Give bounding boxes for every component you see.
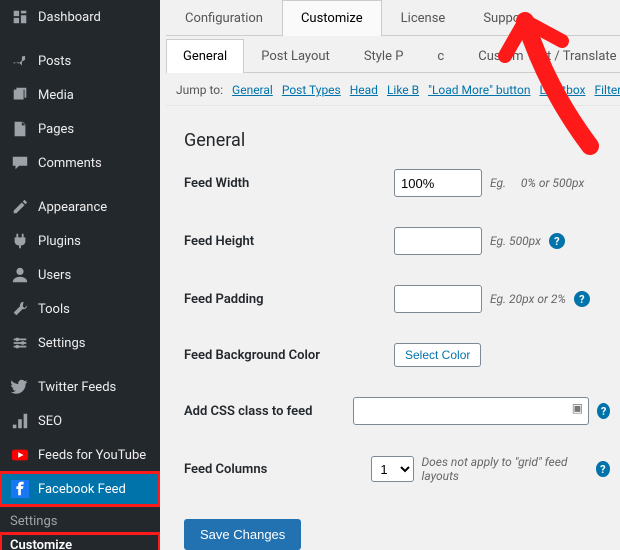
sidebar-item-users[interactable]: Users xyxy=(0,258,160,292)
help-icon[interactable]: ? xyxy=(596,461,610,477)
sidebar-submenu-customize[interactable]: Customize xyxy=(0,533,160,550)
subtab-style[interactable]: Style P xyxy=(347,39,421,73)
sidebar-item-comments[interactable]: Comments xyxy=(0,146,160,180)
sidebar-item-tools[interactable]: Tools xyxy=(0,292,160,326)
sidebar-item-facebook-feed[interactable]: Facebook Feed xyxy=(0,472,160,506)
label-feed-height: Feed Height xyxy=(184,234,394,249)
input-feed-padding[interactable] xyxy=(394,285,482,313)
sidebar-label: Pages xyxy=(38,122,74,137)
sidebar-label: Settings xyxy=(38,336,85,351)
sidebar-item-pages[interactable]: Pages xyxy=(0,112,160,146)
jump-link-general[interactable]: General xyxy=(232,83,273,97)
sidebar-label: Users xyxy=(38,268,71,283)
sidebar-label: SEO xyxy=(38,414,62,429)
subtab-post-layout[interactable]: Post Layout xyxy=(244,39,347,73)
facebook-icon xyxy=(10,479,30,499)
help-icon[interactable]: ? xyxy=(549,233,565,249)
jump-label: Jump to: xyxy=(176,83,223,97)
pages-icon xyxy=(10,119,30,139)
sidebar-item-youtube[interactable]: Feeds for YouTube xyxy=(0,438,160,472)
select-color-button[interactable]: Select Color xyxy=(394,343,481,367)
label-feed-bg-color: Feed Background Color xyxy=(184,348,394,363)
field-css-class: Add CSS class to feed ▣ ? xyxy=(184,397,610,425)
sidebar-label: Feeds for YouTube xyxy=(38,448,146,463)
sidebar-item-posts[interactable]: Posts xyxy=(0,44,160,78)
jump-link-likebox[interactable]: Like B xyxy=(387,83,419,97)
sidebar-label: Media xyxy=(38,88,74,103)
input-feed-width[interactable] xyxy=(394,169,482,197)
seo-icon xyxy=(10,411,30,431)
plugins-icon xyxy=(10,231,30,251)
sidebar-label: Twitter Feeds xyxy=(38,380,116,395)
comments-icon xyxy=(10,153,30,173)
label-feed-width: Feed Width xyxy=(184,176,394,191)
top-tab-bar: Configuration Customize License Support xyxy=(166,0,620,36)
jump-link-lightbox[interactable]: Lightbox xyxy=(539,83,585,97)
settings-main: Configuration Customize License Support … xyxy=(160,0,620,550)
sub-tab-bar: General Post Layout Style P c Custom Tex… xyxy=(166,39,620,73)
appearance-icon xyxy=(10,197,30,217)
section-heading: General xyxy=(184,130,610,151)
tab-customize[interactable]: Customize xyxy=(282,0,382,36)
sidebar-item-plugins[interactable]: Plugins xyxy=(0,224,160,258)
sidebar-label: Appearance xyxy=(38,200,107,215)
sidebar-label: Posts xyxy=(38,54,71,69)
hint-feed-width: Eg. 0% or 500px xyxy=(490,176,584,190)
save-changes-button[interactable]: Save Changes xyxy=(184,519,301,550)
sidebar-submenu-heading: Settings xyxy=(0,506,160,533)
youtube-icon xyxy=(10,445,30,465)
label-css-class: Add CSS class to feed xyxy=(184,404,353,419)
field-feed-width: Feed Width Eg. 0% or 500px xyxy=(184,169,610,197)
tab-configuration[interactable]: Configuration xyxy=(166,0,282,36)
settings-icon xyxy=(10,333,30,353)
twitter-icon xyxy=(10,377,30,397)
jump-link-filter[interactable]: Filter xyxy=(595,83,620,97)
field-feed-padding: Feed Padding Eg. 20px or 2% ? xyxy=(184,285,610,313)
tab-support[interactable]: Support xyxy=(464,0,548,36)
sidebar-item-twitter[interactable]: Twitter Feeds xyxy=(0,370,160,404)
tools-icon xyxy=(10,299,30,319)
input-badge-icon: ▣ xyxy=(572,401,583,415)
users-icon xyxy=(10,265,30,285)
input-css-class[interactable] xyxy=(353,397,589,425)
hint-feed-padding: Eg. 20px or 2% xyxy=(490,292,566,306)
jump-link-post-types[interactable]: Post Types xyxy=(282,83,341,97)
help-icon[interactable]: ? xyxy=(574,291,590,307)
pin-icon xyxy=(10,51,30,71)
wp-admin-sidebar: Dashboard Posts Media Pages Comments App… xyxy=(0,0,160,550)
field-feed-columns: Feed Columns 1 Does not apply to "grid" … xyxy=(184,455,610,483)
field-feed-height: Feed Height Eg. 500px ? xyxy=(184,227,610,255)
sidebar-label: Comments xyxy=(38,156,102,171)
hint-feed-columns: Does not apply to "grid" feed layouts xyxy=(422,455,588,483)
sidebar-label: Tools xyxy=(38,302,70,317)
dashboard-icon xyxy=(10,7,30,27)
field-feed-bg-color: Feed Background Color Select Color xyxy=(184,343,610,367)
sidebar-label: Dashboard xyxy=(38,10,101,25)
hint-feed-height: Eg. 500px xyxy=(490,234,541,248)
label-feed-columns: Feed Columns xyxy=(184,462,371,477)
input-feed-height[interactable] xyxy=(394,227,482,255)
sidebar-item-appearance[interactable]: Appearance xyxy=(0,190,160,224)
subtab-hidden[interactable]: c xyxy=(420,39,461,73)
sidebar-label: Facebook Feed xyxy=(38,482,126,497)
tab-license[interactable]: License xyxy=(382,0,465,36)
help-icon[interactable]: ? xyxy=(597,403,610,419)
sidebar-item-dashboard[interactable]: Dashboard xyxy=(0,0,160,34)
sidebar-item-media[interactable]: Media xyxy=(0,78,160,112)
sidebar-item-settings[interactable]: Settings xyxy=(0,326,160,360)
jump-link-head[interactable]: Head xyxy=(350,83,378,97)
select-feed-columns[interactable]: 1 xyxy=(371,456,413,482)
subtab-custom-text[interactable]: Custom Text / Translate xyxy=(461,39,620,73)
media-icon xyxy=(10,85,30,105)
general-section: General Feed Width Eg. 0% or 500px Feed … xyxy=(166,106,620,550)
sidebar-item-seo[interactable]: SEO xyxy=(0,404,160,438)
jump-to-row: Jump to: General Post Types Head Like B … xyxy=(166,73,620,106)
jump-link-loadmore[interactable]: "Load More" button xyxy=(428,83,530,97)
label-feed-padding: Feed Padding xyxy=(184,292,394,307)
sidebar-label: Plugins xyxy=(38,234,81,249)
subtab-general[interactable]: General xyxy=(166,39,244,73)
